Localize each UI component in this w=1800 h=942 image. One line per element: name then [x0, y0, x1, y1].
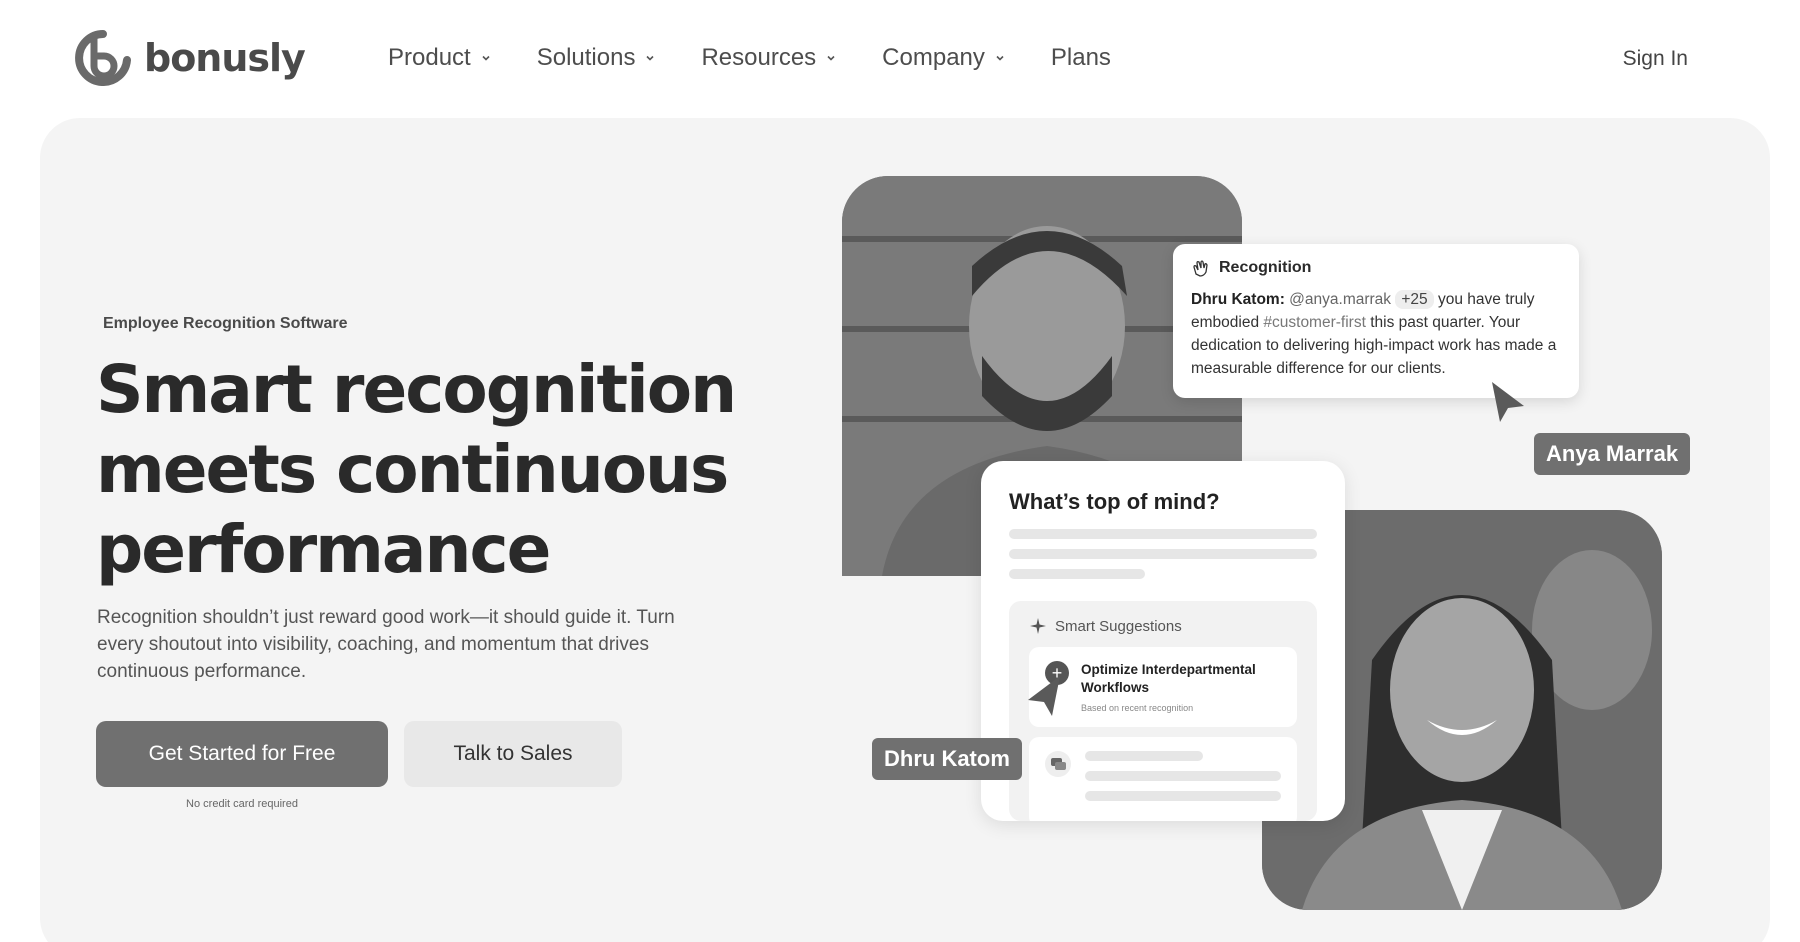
- text-placeholder-line: [1085, 751, 1203, 761]
- text-placeholder-line: [1009, 569, 1145, 579]
- nav-product[interactable]: Product: [388, 44, 491, 72]
- name-tag-anya: Anya Marrak: [1534, 433, 1691, 475]
- chevron-down-icon: [996, 55, 1004, 61]
- smart-suggestions-header: Smart Suggestions: [1029, 617, 1297, 635]
- recognition-card-title: Recognition: [1219, 259, 1312, 276]
- suggestion-item[interactable]: + Optimize Interdepartmental Workflows B…: [1029, 647, 1297, 727]
- nav-company[interactable]: Company: [882, 44, 1005, 72]
- composer-title: What’s top of mind?: [1009, 489, 1220, 514]
- nav-plans-label: Plans: [1050, 44, 1111, 71]
- chevron-down-icon: [482, 55, 490, 61]
- hero-eyebrow: Employee Recognition Software: [103, 315, 348, 332]
- recognition-sender: Dhru Katom:: [1191, 291, 1285, 308]
- hero-subtext: Recognition shouldn’t just reward good w…: [97, 607, 675, 682]
- top-nav: bonusly Product Solutions Resources Comp…: [0, 0, 1800, 118]
- bonusly-logo[interactable]: bonusly: [72, 30, 306, 86]
- nav-product-label: Product: [388, 44, 471, 71]
- chevron-down-icon: [827, 55, 835, 61]
- nav-links: Product Solutions Resources Company Plan…: [388, 44, 1111, 72]
- text-placeholder-line: [1009, 549, 1317, 559]
- chevron-down-icon: [646, 55, 655, 61]
- text-placeholder-line: [1085, 791, 1281, 801]
- logo-text: bonusly: [144, 36, 306, 80]
- text-placeholder-line: [1085, 771, 1281, 781]
- recognition-card-header: Recognition: [1191, 258, 1561, 278]
- nav-resources-label: Resources: [701, 44, 817, 71]
- hero-section: Employee Recognition Software Smart reco…: [40, 118, 1770, 942]
- no-credit-card-note: No credit card required: [186, 798, 298, 810]
- recognition-hashtag: #customer-first: [1263, 314, 1366, 331]
- nav-resources[interactable]: Resources: [701, 44, 836, 72]
- nav-solutions[interactable]: Solutions: [537, 44, 656, 72]
- name-tag-dhru: Dhru Katom: [872, 738, 1022, 780]
- suggestion-item-placeholder: [1029, 737, 1297, 821]
- suggestion-subtitle: Based on recent recognition: [1081, 703, 1194, 713]
- chat-bubble-icon: [1045, 751, 1071, 777]
- recognition-card: Recognition Dhru Katom: @anya.marrak +25…: [1173, 244, 1579, 398]
- recognition-card-message: Dhru Katom: @anya.marrak +25 you have tr…: [1191, 288, 1561, 380]
- talk-to-sales-button[interactable]: Talk to Sales: [404, 721, 622, 787]
- composer-card: What’s top of mind? Smart Suggestions + …: [981, 461, 1345, 821]
- text-placeholder-line: [1009, 529, 1317, 539]
- get-started-button[interactable]: Get Started for Free: [96, 721, 388, 787]
- bonusly-logo-icon: [75, 30, 131, 86]
- cursor-arrow-icon: [1492, 382, 1524, 422]
- sign-in-link[interactable]: Sign In: [1623, 47, 1688, 71]
- nav-company-label: Company: [882, 44, 985, 71]
- recognition-points: +25: [1395, 290, 1434, 309]
- smart-suggestions-label: Smart Suggestions: [1055, 617, 1182, 635]
- recognition-mention: @anya.marrak: [1289, 291, 1392, 308]
- hero-headline: Smart recognition meets continuous perfo…: [96, 351, 737, 588]
- suggestion-title: Optimize Interdepartmental Workflows: [1081, 662, 1256, 695]
- nav-plans[interactable]: Plans: [1051, 44, 1111, 72]
- clap-icon: [1193, 260, 1208, 277]
- cursor-arrow-icon: [1028, 676, 1060, 716]
- nav-solutions-label: Solutions: [536, 44, 636, 71]
- sparkle-icon: [1030, 618, 1046, 634]
